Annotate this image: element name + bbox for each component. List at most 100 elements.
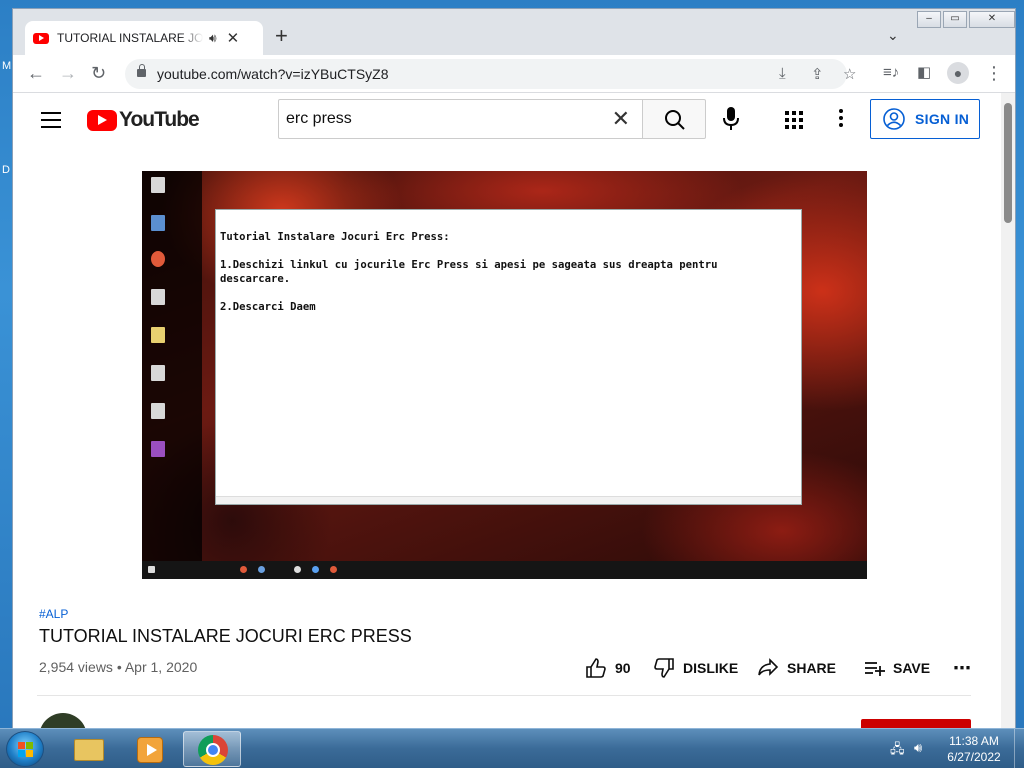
desktop-edge-letter: M [2, 60, 12, 72]
video-desktop-icon [151, 177, 165, 193]
video-taskbar-icon [240, 566, 247, 573]
youtube-page: YouTube erc press ✕ SIGN IN Tutorial Ins… [13, 93, 1015, 729]
account-icon [883, 108, 905, 130]
youtube-favicon-icon [33, 32, 49, 44]
close-window-button[interactable]: ✕ [969, 11, 1015, 28]
more-menu-icon[interactable]: ⋮ [985, 64, 1003, 82]
video-taskbar-icon [294, 566, 301, 573]
network-icon[interactable]: 🖧︎ [890, 740, 905, 762]
bookmark-star-icon[interactable]: ☆ [843, 65, 856, 83]
video-desktop-icon [151, 365, 165, 381]
windows-taskbar: 🖧︎ 🔊︎ 11:38 AM 6/27/2022 [0, 728, 1024, 768]
taskbar-explorer-button[interactable] [60, 731, 118, 767]
search-input-value[interactable]: erc press [286, 110, 352, 128]
video-desktop-icon [151, 251, 165, 267]
youtube-play-logo-icon [87, 109, 117, 131]
sign-in-button[interactable]: SIGN IN [870, 99, 980, 139]
media-control-icon[interactable]: ≡♪ [883, 64, 899, 82]
new-tab-button[interactable]: + [275, 23, 288, 49]
chrome-icon [198, 735, 228, 765]
share-icon[interactable]: ⇪ [811, 65, 824, 83]
guide-menu-icon[interactable] [41, 112, 61, 128]
taskbar-chrome-button[interactable] [183, 731, 241, 767]
window-controls: – ▭ ✕ [917, 11, 1017, 28]
video-view-count-date: 2,954 views • Apr 1, 2020 [39, 659, 198, 675]
tab-close-icon[interactable]: ✕ [227, 29, 240, 47]
notepad-line: 1.Deschizi linkul cu jocurile Erc Press … [220, 259, 718, 271]
restore-button[interactable]: ▭ [943, 11, 967, 28]
video-title: TUTORIAL INSTALARE JOCURI ERC PRESS [39, 626, 412, 646]
video-desktop-icon [151, 289, 165, 305]
divider [37, 695, 971, 696]
browser-toolbar: ← → ↻ youtube.com/watch?v=izYBuCTSyZ8 ⤓ … [13, 55, 1015, 93]
save-button[interactable]: SAVE [863, 653, 930, 683]
page-scrollbar[interactable] [1001, 93, 1015, 729]
more-actions-icon[interactable]: ⋯ [953, 653, 971, 683]
video-taskbar-icon [258, 566, 265, 573]
reload-icon[interactable]: ↻ [91, 64, 106, 82]
chrome-browser-window: TUTORIAL INSTALARE JOCURI ERC PRESS 🔊︎ ✕… [12, 8, 1016, 729]
search-button[interactable] [642, 99, 706, 139]
youtube-logo[interactable]: YouTube [87, 108, 200, 132]
minimize-button[interactable]: – [917, 11, 941, 28]
volume-icon[interactable]: 🔊︎ [914, 740, 922, 756]
apps-grid-icon[interactable] [785, 111, 803, 129]
notepad-line: Tutorial Instalare Jocuri Erc Press: [220, 231, 450, 243]
video-start-icon [148, 566, 155, 573]
scrollbar-thumb[interactable] [1004, 103, 1012, 223]
lock-icon[interactable] [137, 64, 146, 77]
notepad-statusbar [216, 496, 801, 504]
tab-youtube-video[interactable]: TUTORIAL INSTALARE JOCURI ERC PRESS 🔊︎ ✕ [25, 21, 263, 55]
tab-strip: TUTORIAL INSTALARE JOCURI ERC PRESS 🔊︎ ✕… [13, 9, 1015, 55]
side-panel-icon[interactable]: ◧ [917, 64, 931, 82]
settings-more-icon[interactable] [839, 109, 843, 130]
forward-arrow-icon[interactable]: → [59, 64, 77, 82]
share-label: SHARE [787, 660, 837, 676]
tab-search-chevron-icon[interactable]: ⌄ [887, 27, 899, 44]
address-bar[interactable]: youtube.com/watch?v=izYBuCTSyZ8 ⤓ ⇪ ☆ [125, 59, 856, 89]
clock-date: 6/27/2022 [947, 750, 1001, 764]
video-desktop-icon [151, 327, 165, 343]
install-icon[interactable]: ⤓ [779, 65, 786, 82]
video-desktop-icon [151, 215, 165, 231]
show-desktop-button[interactable] [1014, 729, 1024, 768]
system-clock[interactable]: 11:38 AM 6/27/2022 [942, 733, 1006, 765]
video-hashtag-link[interactable]: #ALP [39, 607, 68, 621]
video-desktop-icon [151, 441, 165, 457]
video-windows-taskbar [142, 561, 867, 579]
youtube-header: YouTube erc press ✕ SIGN IN [13, 93, 1001, 149]
sign-in-label: SIGN IN [915, 111, 970, 127]
back-arrow-icon[interactable]: ← [27, 64, 45, 82]
search-icon [665, 110, 685, 130]
video-desktop-icon [151, 403, 165, 419]
share-button[interactable]: SHARE [757, 653, 836, 683]
media-player-icon [137, 737, 163, 763]
clock-time: 11:38 AM [949, 734, 999, 748]
save-label: SAVE [893, 660, 931, 676]
url-text[interactable]: youtube.com/watch?v=izYBuCTSyZ8 [157, 66, 389, 82]
tab-title: TUTORIAL INSTALARE JOCURI ERC PRESS [57, 31, 203, 45]
clear-search-icon[interactable]: ✕ [612, 106, 630, 132]
start-button[interactable] [6, 731, 44, 767]
video-player[interactable]: Tutorial Instalare Jocuri Erc Press: 1.D… [142, 171, 867, 579]
taskbar-media-player-button[interactable] [121, 731, 179, 767]
notepad-line: descarcare. [220, 273, 291, 285]
folder-icon [74, 739, 104, 761]
video-taskbar-icon [312, 566, 319, 573]
search-input[interactable]: erc press ✕ [278, 99, 643, 139]
video-notepad-window: Tutorial Instalare Jocuri Erc Press: 1.D… [215, 209, 802, 505]
like-button[interactable]: 90 [585, 653, 631, 683]
thumbs-down-icon [654, 658, 674, 678]
microphone-icon[interactable] [723, 107, 739, 131]
channel-avatar[interactable] [39, 713, 87, 729]
profile-icon[interactable]: ● [947, 62, 969, 84]
video-desktop-icons-column [142, 171, 202, 561]
notepad-titlebar [216, 210, 803, 220]
share-arrow-icon [758, 658, 779, 676]
thumbs-up-icon [586, 658, 606, 678]
like-count: 90 [615, 660, 631, 676]
speaker-icon[interactable]: 🔊︎ [209, 31, 217, 46]
notepad-text: Tutorial Instalare Jocuri Erc Press: 1.D… [220, 230, 790, 314]
dislike-label: DISLIKE [683, 660, 739, 676]
dislike-button[interactable]: DISLIKE [653, 653, 738, 683]
